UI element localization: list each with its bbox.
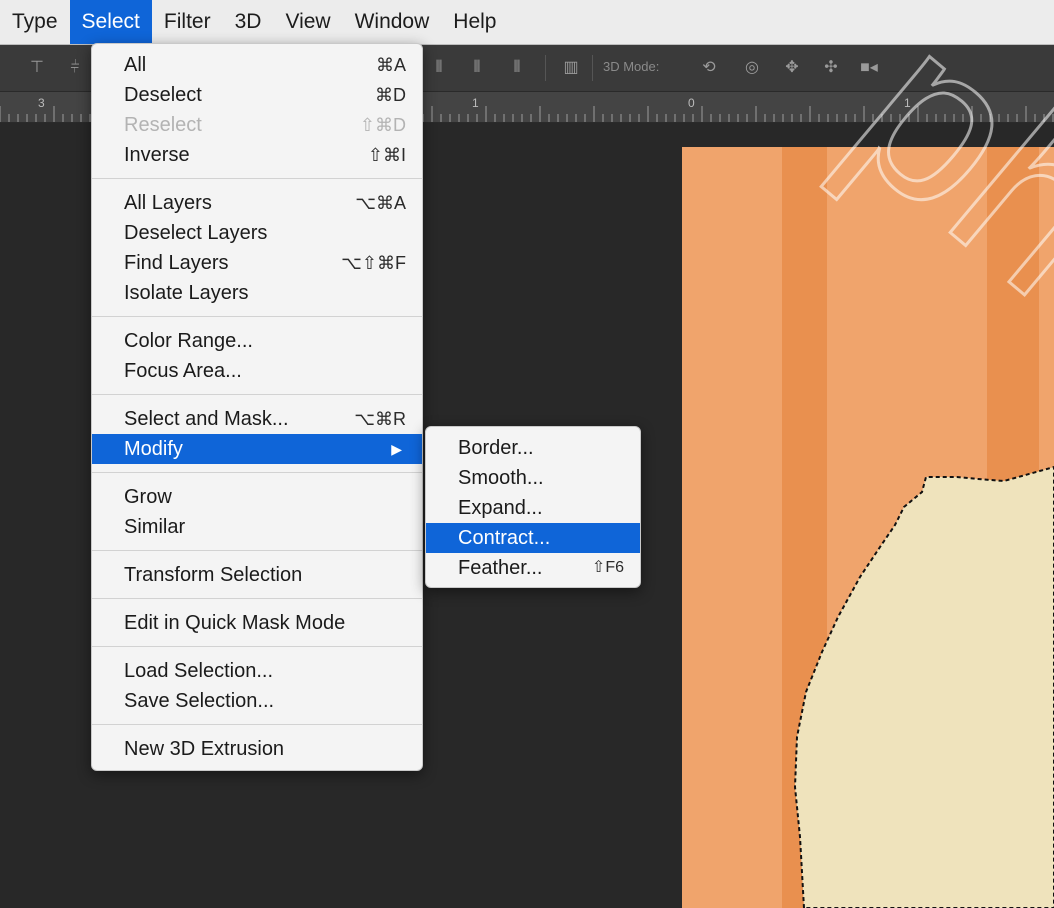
menu-item-label: Similar: [124, 516, 186, 538]
menu-item-all-layers[interactable]: All Layers ⌥⌘A: [92, 188, 422, 218]
submenu-item-expand[interactable]: Expand...: [426, 493, 640, 523]
menu-item-label: All: [124, 54, 147, 76]
menu-item-label: Edit in Quick Mask Mode: [124, 612, 346, 634]
menu-item-save-selection[interactable]: Save Selection...: [92, 686, 422, 716]
submenu-item-contract[interactable]: Contract...: [426, 523, 640, 553]
submenu-item-smooth[interactable]: Smooth...: [426, 463, 640, 493]
slide-3d-icon[interactable]: ✣: [820, 57, 842, 79]
menu-item-label: Grow: [124, 486, 172, 508]
auto-align-icon[interactable]: ▥: [560, 57, 582, 79]
submenu-item-label: Border...: [458, 437, 534, 459]
menubar-item-3d[interactable]: 3D: [223, 0, 274, 44]
submenu-item-label: Contract...: [458, 527, 551, 549]
toolbar-divider: [545, 55, 546, 81]
menu-item-transform-selection[interactable]: Transform Selection: [92, 560, 422, 590]
menu-item-label: Color Range...: [124, 330, 253, 352]
align-vertical-center-icon[interactable]: ⫩: [64, 57, 86, 79]
menu-item-edit-in-quick-mask-mode[interactable]: Edit in Quick Mask Mode: [92, 608, 422, 638]
menu-item-label: Deselect: [124, 84, 202, 106]
menu-item-label: All Layers: [124, 192, 212, 214]
menu-item-inverse[interactable]: Inverse ⇧⌘I: [92, 140, 422, 170]
marching-ants-selection: [793, 465, 1054, 908]
submenu-item-label: Smooth...: [458, 467, 544, 489]
menu-separator: [92, 724, 422, 725]
submenu-item-border[interactable]: Border...: [426, 433, 640, 463]
menu-item-select-and-mask[interactable]: Select and Mask... ⌥⌘R: [92, 404, 422, 434]
menubar-item-type[interactable]: Type: [0, 0, 70, 44]
menu-item-label: Deselect Layers: [124, 222, 268, 244]
menu-item-label: Select and Mask...: [124, 408, 289, 430]
ruler-label: 1: [904, 96, 911, 110]
menu-item-label: Isolate Layers: [124, 282, 249, 304]
menu-item-label: Reselect: [124, 114, 202, 136]
menu-item-similar[interactable]: Similar: [92, 512, 422, 542]
menu-item-color-range[interactable]: Color Range...: [92, 326, 422, 356]
shortcut-label: ⌥⌘A: [355, 193, 406, 213]
toolbar-divider: [592, 55, 593, 81]
menu-separator: [92, 316, 422, 317]
menu-item-modify[interactable]: Modify ▶: [92, 434, 422, 464]
menu-item-new-3d-extrusion[interactable]: New 3D Extrusion: [92, 734, 422, 764]
menu-item-reselect: Reselect ⇧⌘D: [92, 110, 422, 140]
menubar-item-select[interactable]: Select: [69, 0, 152, 44]
roll-3d-icon[interactable]: ◎: [741, 57, 763, 79]
shortcut-label: ⌘A: [375, 55, 406, 75]
shortcut-label: ⌘D: [375, 85, 406, 105]
menubar-item-help[interactable]: Help: [441, 0, 508, 44]
scale-3d-icon[interactable]: ■◂: [858, 57, 880, 79]
menubar-item-view[interactable]: View: [273, 0, 342, 44]
submenu-arrow-icon: ▶: [391, 441, 402, 457]
submenu-item-feather[interactable]: Feather... ⇧F6: [426, 553, 640, 583]
menu-item-deselect-layers[interactable]: Deselect Layers: [92, 218, 422, 248]
menu-item-label: Focus Area...: [124, 360, 242, 382]
shortcut-label: ⇧⌘I: [367, 145, 406, 165]
menu-item-label: Find Layers: [124, 252, 229, 274]
menu-item-load-selection[interactable]: Load Selection...: [92, 656, 422, 686]
shortcut-label: ⌥⌘R: [354, 409, 406, 429]
menubar-item-filter[interactable]: Filter: [152, 0, 223, 44]
distribute-left-icon[interactable]: ⫴: [428, 57, 450, 79]
menu-item-deselect[interactable]: Deselect ⌘D: [92, 80, 422, 110]
distribute-center-icon[interactable]: ⫴: [466, 57, 488, 79]
submenu-item-label: Feather...: [458, 557, 543, 579]
shortcut-label: ⇧⌘D: [359, 115, 406, 135]
menu-separator: [92, 646, 422, 647]
drag-3d-icon[interactable]: ✥: [781, 57, 803, 79]
submenu-item-label: Expand...: [458, 497, 543, 519]
menu-separator: [92, 598, 422, 599]
menu-separator: [92, 550, 422, 551]
3d-mode-label: 3D Mode:: [603, 59, 660, 74]
ruler-label: 3: [38, 96, 45, 110]
menu-item-label: Save Selection...: [124, 690, 275, 712]
menu-separator: [92, 472, 422, 473]
select-menu-dropdown: All ⌘A Deselect ⌘D Reselect ⇧⌘D Inverse ⇧⌘I All …: [91, 43, 423, 771]
ruler-label: 1: [472, 96, 479, 110]
ruler-label: 0: [688, 96, 695, 110]
menu-item-label: Load Selection...: [124, 660, 273, 682]
menu-item-isolate-layers[interactable]: Isolate Layers: [92, 278, 422, 308]
menu-item-all[interactable]: All ⌘A: [92, 50, 422, 80]
shortcut-label: ⌥⇧⌘F: [341, 253, 406, 273]
menu-item-grow[interactable]: Grow: [92, 482, 422, 512]
shortcut-label: ⇧F6: [591, 559, 624, 576]
orbit-3d-icon[interactable]: ⟲: [698, 57, 720, 79]
menu-item-label: Inverse: [124, 144, 190, 166]
menu-bar: Type Select Filter 3D View Window Help: [0, 0, 1054, 45]
menu-separator: [92, 394, 422, 395]
menu-item-label: Transform Selection: [124, 564, 303, 586]
menu-item-label: New 3D Extrusion: [124, 738, 285, 760]
menu-separator: [92, 178, 422, 179]
menu-item-label: Modify: [124, 438, 183, 460]
document-canvas[interactable]: [682, 147, 1054, 908]
menu-item-find-layers[interactable]: Find Layers ⌥⇧⌘F: [92, 248, 422, 278]
menubar-item-window[interactable]: Window: [343, 0, 442, 44]
menu-item-focus-area[interactable]: Focus Area...: [92, 356, 422, 386]
align-top-icon[interactable]: ⊤: [26, 57, 48, 79]
modify-submenu: Border... Smooth... Expand... Contract... Fe…: [425, 426, 641, 588]
distribute-right-icon[interactable]: ⫴: [506, 57, 528, 79]
